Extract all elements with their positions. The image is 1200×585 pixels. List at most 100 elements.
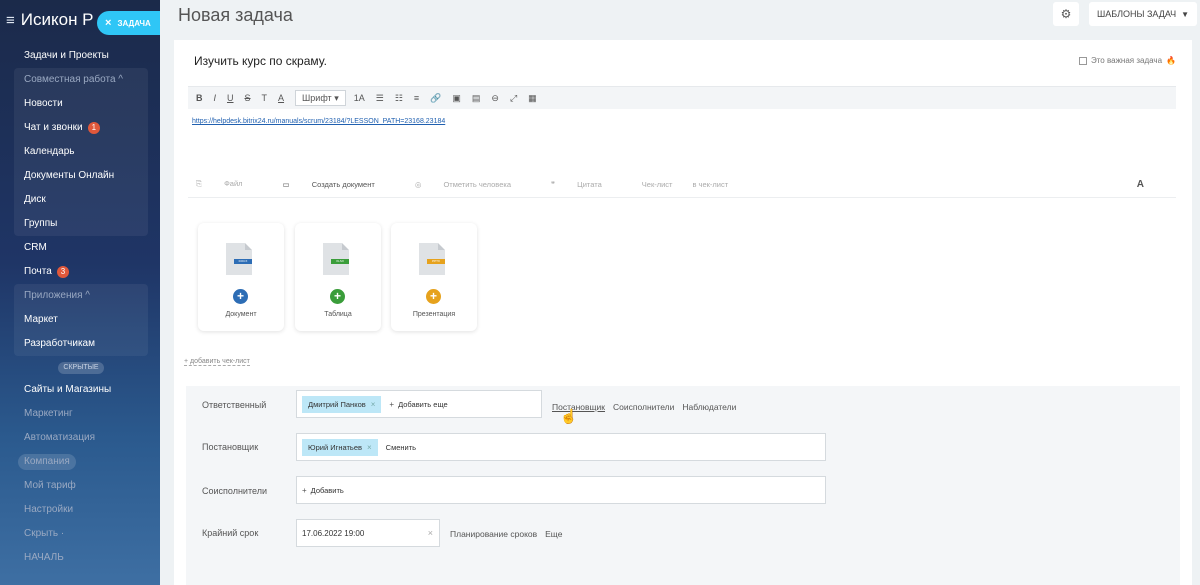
italic-button[interactable]: I xyxy=(214,93,217,103)
sidebar-item-company[interactable]: Компания xyxy=(0,450,160,474)
counter-badge: 3 xyxy=(56,266,70,278)
sidebar-item-settings[interactable]: Настройки xyxy=(0,498,160,522)
sidebar-item-label: Документы Онлайн xyxy=(24,170,115,181)
clear-format-button[interactable]: T xyxy=(262,93,268,103)
sidebar-item-automation[interactable]: Автоматизация xyxy=(0,426,160,450)
accomplices-label: Соисполнители xyxy=(202,486,267,496)
observers-link[interactable]: Наблюдатели xyxy=(682,402,736,412)
task-tab-button[interactable]: × ЗАДАЧА xyxy=(97,11,160,35)
sidebar-item-label: Почта xyxy=(24,266,52,277)
accomplices-link[interactable]: Соисполнители xyxy=(613,402,674,412)
settings-button[interactable]: ⚙ xyxy=(1053,2,1079,26)
sidebar-group-apps: Приложения ^ Маркет Разработчикам xyxy=(14,284,148,356)
sidebar-group-header[interactable]: Совместная работа ^ xyxy=(14,68,148,92)
sidebar-item-mail[interactable]: Почта 3 xyxy=(0,260,160,284)
clear-icon[interactable]: × xyxy=(428,528,433,538)
font-size-button[interactable]: 1A xyxy=(354,93,365,103)
underline-button[interactable]: U xyxy=(227,93,234,103)
creator-field[interactable]: Юрий Игнатьев × Сменить xyxy=(296,433,826,461)
sidebar-group-header[interactable]: Приложения ^ xyxy=(14,284,148,308)
sidebar-item-developers[interactable]: Разработчикам xyxy=(14,332,148,356)
task-title-input[interactable]: Изучить курс по скраму. xyxy=(194,54,327,68)
sidebar-item-crm[interactable]: CRM xyxy=(0,236,160,260)
sidebar-item-disk[interactable]: Диск xyxy=(14,188,148,212)
attachment-bar: ⎘ Файл ▭ Создать документ ◎ Отметить чел… xyxy=(196,179,1176,190)
align-icon[interactable]: ≡ xyxy=(414,93,419,103)
responsible-field[interactable]: Дмитрий Панков × + Добавить еще xyxy=(296,390,542,418)
mention-button[interactable]: ◎ Отметить человека xyxy=(415,180,531,189)
sidebar-item-sites[interactable]: Сайты и Магазины xyxy=(0,378,160,402)
important-checkbox[interactable] xyxy=(1078,56,1087,65)
hidden-items-pill[interactable]: СКРЫТЫЕ xyxy=(58,362,104,374)
sidebar-item-market[interactable]: Маркет xyxy=(14,308,148,332)
table-icon[interactable]: ▦ xyxy=(528,93,537,104)
remove-icon[interactable]: × xyxy=(367,439,372,456)
deadline-label: Крайний срок xyxy=(202,528,259,538)
bullet-list-icon[interactable]: ☷ xyxy=(395,93,403,104)
numbered-list-icon[interactable]: ☰ xyxy=(376,93,384,104)
close-icon[interactable]: × xyxy=(105,17,111,29)
sidebar-item-start[interactable]: НАЧАЛЬ xyxy=(0,546,160,570)
sidebar-item-news[interactable]: Новости xyxy=(14,92,148,116)
image-icon[interactable]: ▣ xyxy=(452,93,461,104)
checklist-button[interactable]: Чек-лист xyxy=(642,180,673,189)
page-title: Новая задача xyxy=(178,5,293,25)
divider xyxy=(188,197,1176,198)
counter-badge: 1 xyxy=(87,122,101,134)
text-format-toggle[interactable]: A xyxy=(1137,179,1144,190)
add-more-link[interactable]: + Добавить еще xyxy=(389,400,447,409)
menu-icon[interactable]: ≡ xyxy=(6,12,15,29)
tile-label: Презентация xyxy=(412,311,456,318)
video-icon[interactable]: ▤ xyxy=(472,93,481,104)
time-planning-link[interactable]: Планирование сроков xyxy=(450,529,537,539)
sidebar-item-groups[interactable]: Группы xyxy=(14,212,148,236)
strikethrough-button[interactable]: S xyxy=(245,93,251,103)
sidebar-item-marketing[interactable]: Маркетинг xyxy=(0,402,160,426)
sidebar-item-chat[interactable]: Чат и звонки 1 xyxy=(14,116,148,140)
plus-icon: + xyxy=(302,485,307,495)
create-xlsx-tile[interactable]: XLSX + Таблица xyxy=(295,223,381,331)
add-checklist-link[interactable]: + добавить чек-лист xyxy=(184,358,250,366)
create-document-button[interactable]: ▭ Создать документ xyxy=(283,180,395,189)
sidebar-item-calendar[interactable]: Календарь xyxy=(14,140,148,164)
text-color-button[interactable]: A xyxy=(278,93,284,103)
user-chip[interactable]: Юрий Игнатьев × xyxy=(302,438,378,456)
deadline-field[interactable]: 17.06.2022 19:00 × xyxy=(296,519,440,547)
create-docx-tile[interactable]: DOCX + Документ xyxy=(198,223,284,331)
sidebar-item-documents[interactable]: Документы Онлайн xyxy=(14,164,148,188)
accomplices-field[interactable]: + Добавить xyxy=(296,476,826,504)
more-link[interactable]: Еще xyxy=(545,529,562,539)
fullscreen-icon[interactable]: ⤢ xyxy=(510,93,517,104)
sidebar-item-tariff[interactable]: Мой тариф xyxy=(0,474,160,498)
create-pptx-tile[interactable]: PPTX + Презентация xyxy=(391,223,477,331)
font-select[interactable]: Шрифт ▾ xyxy=(295,90,346,106)
remove-icon[interactable]: × xyxy=(371,396,376,413)
sidebar-item-tasks[interactable]: Задачи и Проекты xyxy=(0,44,160,68)
link-icon[interactable]: 🔗 xyxy=(430,93,441,104)
description-link[interactable]: https://helpdesk.bitrix24.ru/manuals/scr… xyxy=(192,118,445,125)
chevron-down-icon: ▼ xyxy=(1181,9,1190,19)
user-chip[interactable]: Дмитрий Панков × xyxy=(302,395,382,413)
pptx-file-icon: PPTX xyxy=(419,243,445,275)
top-bar: Новая задача ⚙ ШАБЛОНЫ ЗАДАЧ ▼ xyxy=(160,0,1200,34)
quote-button[interactable]: ❞ Цитата xyxy=(551,180,622,189)
sidebar-item-label: CRM xyxy=(24,242,47,253)
add-more-label: Добавить еще xyxy=(398,399,448,409)
to-checklist-button[interactable]: в чек-лист xyxy=(692,180,728,189)
add-accomplice-link[interactable]: + Добавить xyxy=(302,486,344,495)
sidebar-item-label: Разработчикам xyxy=(24,338,95,349)
task-templates-button[interactable]: ШАБЛОНЫ ЗАДАЧ ▼ xyxy=(1089,2,1197,26)
attach-file-button[interactable]: ⎘ Файл xyxy=(196,179,263,189)
portal-logo[interactable]: Исикон Р xyxy=(21,10,94,30)
bold-button[interactable]: B xyxy=(196,93,203,103)
code-icon[interactable]: ⊖ xyxy=(491,93,499,104)
sidebar-item-label: Календарь xyxy=(24,146,75,157)
sidebar-item-hide[interactable]: Скрыть · xyxy=(0,522,160,546)
quote-label: Цитата xyxy=(577,179,602,189)
change-link[interactable]: Сменить xyxy=(386,443,416,452)
sidebar-item-label: Чат и звонки xyxy=(24,122,83,133)
important-label: Это важная задача xyxy=(1090,56,1163,65)
important-task-toggle[interactable]: Это важная задача 🔥 xyxy=(1078,56,1176,65)
file-type-tag: XLSX xyxy=(331,259,349,264)
add-label: Добавить xyxy=(310,485,344,495)
